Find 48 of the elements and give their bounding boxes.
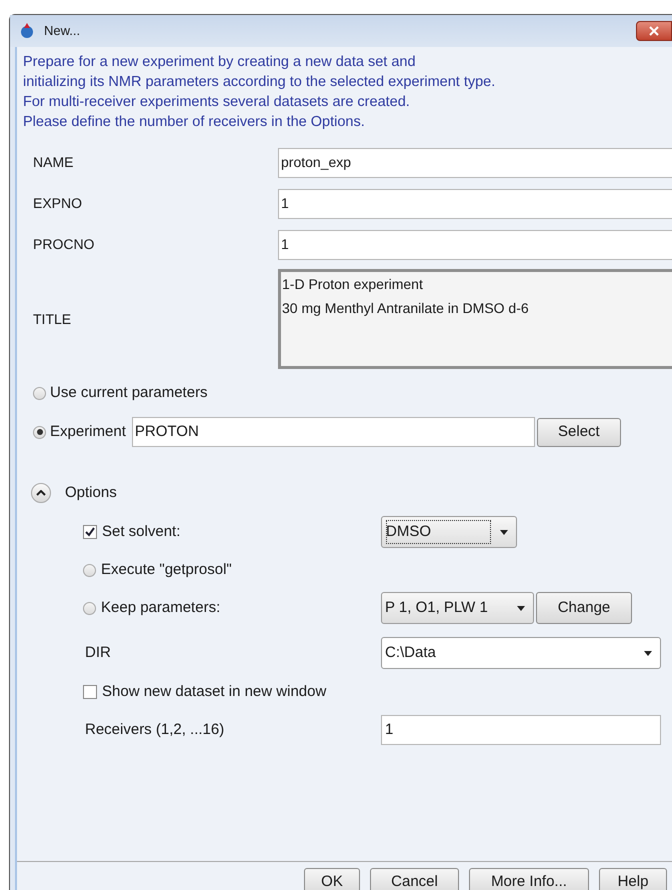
field-label: NAME [33, 153, 74, 172]
radio-label: Experiment [50, 422, 126, 442]
radio-button[interactable] [83, 602, 96, 614]
description-text: Please define the number of receivers in the Options. [23, 113, 366, 132]
close-icon [649, 26, 659, 36]
text-field[interactable]: proton_exp [278, 148, 672, 178]
collapse-toggle[interactable] [31, 483, 51, 503]
close-button[interactable] [636, 21, 672, 41]
field-label: PROCNO [33, 235, 96, 254]
caret-icon [644, 650, 652, 656]
caret-icon [517, 606, 525, 610]
dropdown[interactable]: DMSO [381, 516, 517, 548]
description-text: For multi-receiver experiments several datasets are created. [23, 93, 411, 112]
radio-button[interactable] [33, 426, 46, 438]
field-label: Receivers (1,2, ...16) [85, 720, 224, 740]
caret-icon [500, 530, 508, 534]
text-field[interactable]: 1 [278, 188, 672, 218]
radio-button[interactable] [33, 386, 46, 400]
chevron-up-icon [36, 490, 46, 496]
checkbox-label: Set solvent: [102, 522, 180, 542]
field-label: EXPNO [33, 194, 84, 213]
description-text: initializing its NMR parameters according to the selected experiment type. [23, 73, 496, 92]
radio-button[interactable] [83, 564, 96, 576]
text-area[interactable]: 1-D Proton experiment 30 mg Menthyl Antranilate in DMSO d-6 [278, 269, 672, 369]
button[interactable]: Change [536, 592, 632, 624]
button[interactable]: Help [599, 868, 667, 890]
checkbox-label: Show new dataset in new window [102, 682, 326, 702]
field-label: DIR [85, 642, 111, 663]
button[interactable]: Cancel [370, 868, 459, 890]
text-field[interactable]: 1 [381, 715, 661, 745]
section-label: Options [65, 482, 117, 503]
button[interactable]: Select [536, 418, 621, 446]
checkbox[interactable] [83, 525, 97, 539]
radio-label: Use current parameters [50, 382, 208, 403]
checkmark-icon [85, 527, 95, 537]
radio-label: Execute "getprosol" [101, 560, 232, 580]
button[interactable]: More Info... [469, 868, 589, 890]
app-icon [18, 22, 36, 40]
field-label: TITLE [33, 310, 72, 328]
dropdown[interactable]: P 1, O1, PLW 1 [381, 592, 534, 624]
dropdown[interactable]: C:\Data [381, 637, 661, 669]
radio-label: Keep parameters: [101, 598, 220, 618]
window-title: New... [44, 22, 80, 40]
description-text: Prepare for a new experiment by creating a new data set and [23, 53, 417, 72]
text-field[interactable]: PROTON [132, 417, 535, 447]
checkbox[interactable] [83, 685, 97, 699]
button[interactable]: OK [304, 868, 360, 890]
text-field[interactable]: 1 [278, 230, 672, 260]
